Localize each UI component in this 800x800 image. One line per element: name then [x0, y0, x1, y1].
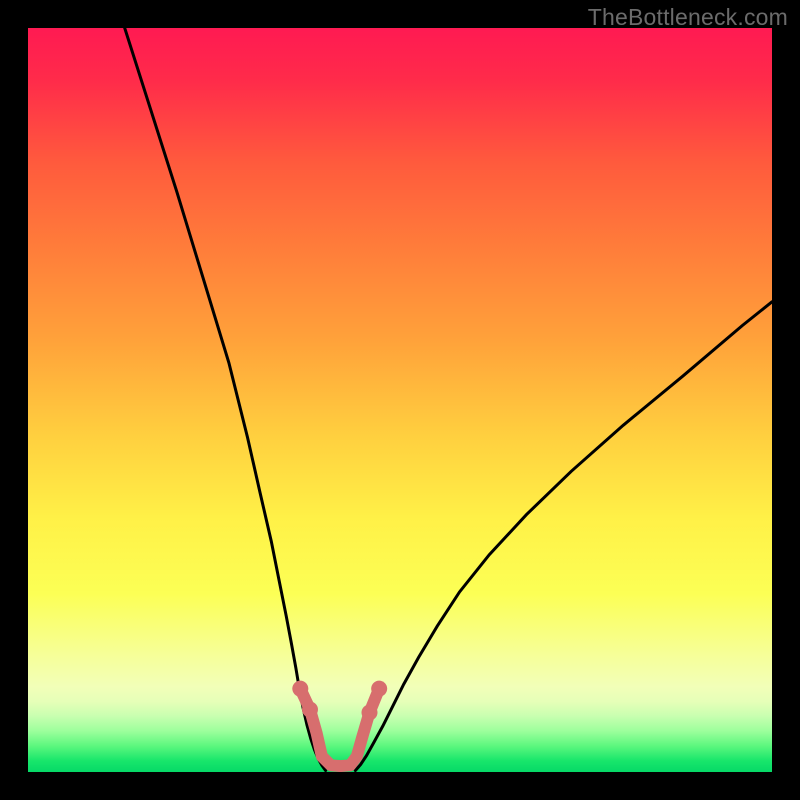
curve-left-branch: [125, 28, 326, 771]
curve-layer: [28, 28, 772, 772]
plot-area: [28, 28, 772, 772]
marker-dot: [302, 702, 318, 718]
chart-frame: TheBottleneck.com: [0, 0, 800, 800]
curve-right-branch: [355, 302, 772, 771]
marker-dot: [362, 704, 378, 720]
marker-dot: [292, 681, 308, 697]
marker-dot: [371, 681, 387, 697]
watermark-text: TheBottleneck.com: [588, 4, 788, 31]
